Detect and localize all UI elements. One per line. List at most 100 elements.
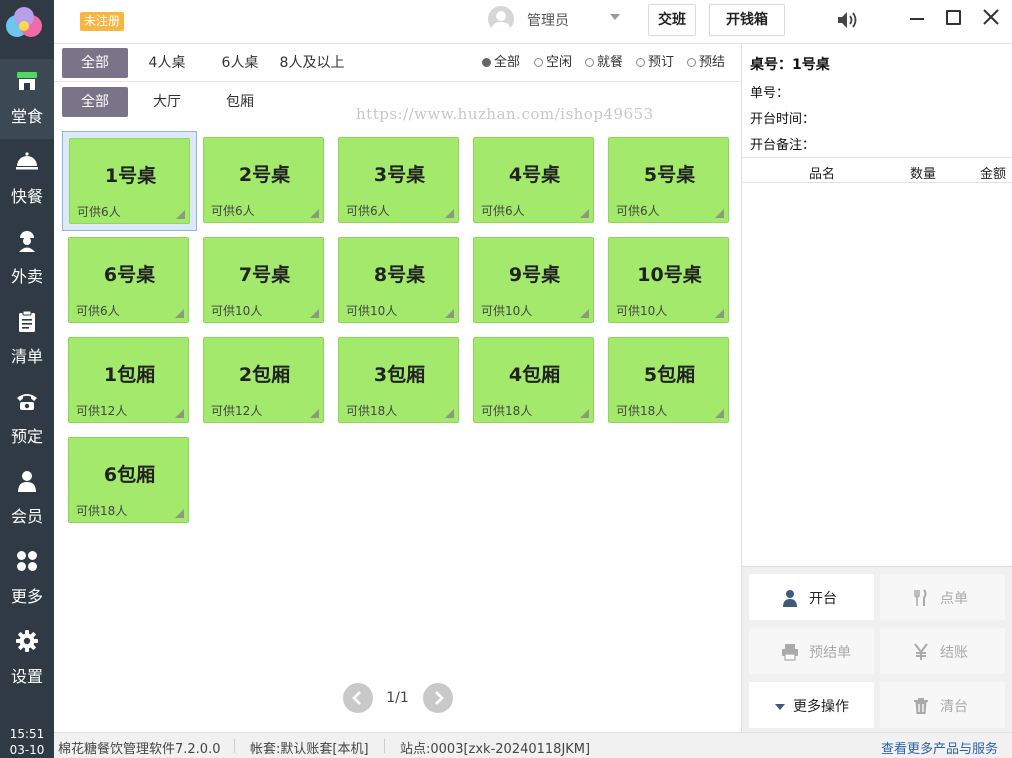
more-products-link[interactable]: 查看更多产品与服务 bbox=[881, 738, 998, 757]
tab-all-areas[interactable]: 全部 bbox=[62, 87, 128, 117]
table-capacity: 可供12人 bbox=[211, 404, 263, 418]
user-name[interactable]: 管理员 bbox=[527, 10, 569, 30]
table-capacity: 可供6人 bbox=[616, 204, 660, 218]
storefront-icon bbox=[17, 72, 37, 90]
table-card[interactable]: 6包厢 可供18人 bbox=[68, 437, 189, 523]
shift-handover-button[interactable]: 交班 bbox=[648, 4, 696, 36]
tab-hall[interactable]: 大厅 bbox=[138, 87, 196, 117]
minimize-icon[interactable] bbox=[910, 18, 924, 20]
open-cash-drawer-button[interactable]: 开钱箱 bbox=[709, 4, 785, 36]
corner-triangle-icon bbox=[445, 409, 454, 418]
table-card[interactable]: 1号桌 可供6人 bbox=[69, 138, 190, 224]
account-set: 帐套:默认账套[本机] bbox=[250, 742, 369, 757]
table-card[interactable]: 2号桌 可供6人 bbox=[203, 137, 324, 223]
tab-private-room[interactable]: 包厢 bbox=[212, 87, 268, 117]
table-card-selected: 1号桌 可供6人 bbox=[62, 131, 197, 231]
corner-triangle-icon bbox=[310, 209, 319, 218]
maximize-icon[interactable] bbox=[946, 10, 961, 25]
radio-dot bbox=[534, 58, 543, 67]
more-actions-button[interactable]: 更多操作 bbox=[749, 682, 874, 728]
delivery-person-icon bbox=[19, 231, 35, 252]
previous-page-button[interactable] bbox=[343, 683, 373, 713]
close-icon[interactable] bbox=[982, 8, 1000, 26]
action-label: 预结单 bbox=[809, 645, 851, 661]
unregistered-badge[interactable]: 未注册 bbox=[80, 12, 125, 31]
action-buttons: 开台 点单 预结单 结账 更多操作 清台 bbox=[742, 566, 1012, 732]
status-label: 空闲 bbox=[546, 55, 573, 70]
cloche-icon bbox=[16, 152, 38, 170]
corner-triangle-icon bbox=[580, 309, 589, 318]
pre-checkout-button[interactable]: 预结单 bbox=[749, 628, 874, 674]
table-card[interactable]: 9号桌可供10人 bbox=[473, 237, 594, 323]
sidebar-item-list[interactable]: 清单 bbox=[0, 299, 54, 379]
corner-triangle-icon bbox=[310, 409, 319, 418]
tab-all-types[interactable]: 全部 bbox=[62, 48, 128, 78]
table-card[interactable]: 7号桌 可供10人 bbox=[203, 237, 324, 323]
chevron-down-icon[interactable] bbox=[610, 14, 620, 20]
sidebar-item-settings[interactable]: 设置 bbox=[0, 619, 54, 699]
action-label: 开台 bbox=[809, 591, 837, 607]
table-capacity: 可供10人 bbox=[481, 304, 533, 318]
open-table-button[interactable]: 开台 bbox=[749, 574, 874, 620]
sidebar-item-member[interactable]: 会员 bbox=[0, 459, 54, 539]
table-card[interactable]: 4号桌 可供6人 bbox=[473, 137, 594, 223]
order-items-header: 品名 数量 金额 bbox=[742, 157, 1012, 183]
corner-triangle-icon bbox=[580, 209, 589, 218]
clock-time: 15:51 bbox=[9, 727, 45, 741]
clear-table-button[interactable]: 清台 bbox=[880, 682, 1005, 728]
checkout-button[interactable]: 结账 bbox=[880, 628, 1005, 674]
status-filter-dining[interactable]: 就餐 bbox=[585, 55, 623, 71]
table-card-slot: 8号桌 可供10人 bbox=[332, 231, 467, 331]
printer-icon bbox=[782, 644, 798, 661]
chevron-right-icon bbox=[435, 691, 444, 705]
tab-8-plus-seat[interactable]: 8人及以上 bbox=[278, 48, 346, 78]
table-card[interactable]: 8号桌 可供10人 bbox=[338, 237, 459, 323]
table-card[interactable]: 3包厢 可供18人 bbox=[338, 337, 459, 423]
table-card[interactable]: 10号桌 可供10人 bbox=[608, 237, 729, 323]
table-name: 5包厢 bbox=[643, 364, 696, 386]
sidebar-item-label: 堂食 bbox=[10, 107, 43, 126]
table-card[interactable]: 6号桌 可供6人 bbox=[68, 237, 189, 323]
order-button[interactable]: 点单 bbox=[880, 574, 1005, 620]
status-filter-pre-checkout[interactable]: 预结 bbox=[687, 55, 725, 71]
table-name: 7号桌 bbox=[238, 264, 291, 286]
table-name: 2包厢 bbox=[238, 364, 291, 386]
corner-triangle-icon bbox=[445, 309, 454, 318]
status-filter-reserved[interactable]: 预订 bbox=[636, 55, 674, 71]
sidebar-item-label: 外卖 bbox=[10, 267, 43, 286]
table-card[interactable]: 4包厢 可供18人 bbox=[473, 337, 594, 423]
table-card[interactable]: 5号桌 可供6人 bbox=[608, 137, 729, 223]
table-card-slot: 6号桌 可供6人 bbox=[62, 231, 197, 331]
sidebar-item-more[interactable]: 更多 bbox=[0, 539, 54, 619]
status-filter-all[interactable]: 全部 bbox=[482, 55, 520, 71]
chevron-left-icon bbox=[352, 691, 361, 705]
corner-triangle-icon bbox=[445, 209, 454, 218]
sidebar-item-fast-food[interactable]: 快餐 bbox=[0, 139, 54, 219]
tab-6-seat[interactable]: 6人桌 bbox=[212, 48, 268, 78]
sidebar-item-takeout[interactable]: 外卖 bbox=[0, 219, 54, 299]
table-card[interactable]: 5包厢 可供18人 bbox=[608, 337, 729, 423]
status-bar: 棉花糖餐饮管理软件7.2.0.0 帐套:默认账套[本机] 站点:0003[zxk… bbox=[54, 732, 1012, 758]
table-detail-panel: 桌号：1号桌 单号： 开台时间： 开台备注： 品名 数量 金额 开台 点单 预结… bbox=[741, 44, 1012, 732]
table-capacity: 可供12人 bbox=[76, 404, 128, 418]
table-card-slot: 3包厢 可供18人 bbox=[332, 331, 467, 431]
fork-knife-icon bbox=[914, 589, 927, 606]
corner-triangle-icon bbox=[175, 409, 184, 418]
table-card[interactable]: 2包厢可供12人 bbox=[203, 337, 324, 423]
next-page-button[interactable] bbox=[423, 683, 453, 713]
volume-icon[interactable] bbox=[836, 10, 860, 30]
sidebar-item-reservation[interactable]: 预定 bbox=[0, 379, 54, 459]
telephone-icon bbox=[17, 394, 37, 410]
status-label: 全部 bbox=[494, 55, 521, 70]
table-card[interactable]: 3号桌 可供6人 bbox=[338, 137, 459, 223]
table-card[interactable]: 1包厢 可供12人 bbox=[68, 337, 189, 423]
radio-dot bbox=[585, 58, 594, 67]
sidebar-item-dine-in[interactable]: 堂食 bbox=[0, 59, 54, 139]
status-filter-idle[interactable]: 空闲 bbox=[534, 55, 572, 71]
table-name: 9号桌 bbox=[508, 264, 561, 286]
tab-4-seat[interactable]: 4人桌 bbox=[138, 48, 196, 78]
sidebar-item-label: 设置 bbox=[10, 667, 43, 686]
action-label: 更多操作 bbox=[793, 699, 849, 715]
person-icon bbox=[18, 471, 36, 492]
top-bar: 未注册 管理员 交班 开钱箱 bbox=[54, 0, 1012, 44]
